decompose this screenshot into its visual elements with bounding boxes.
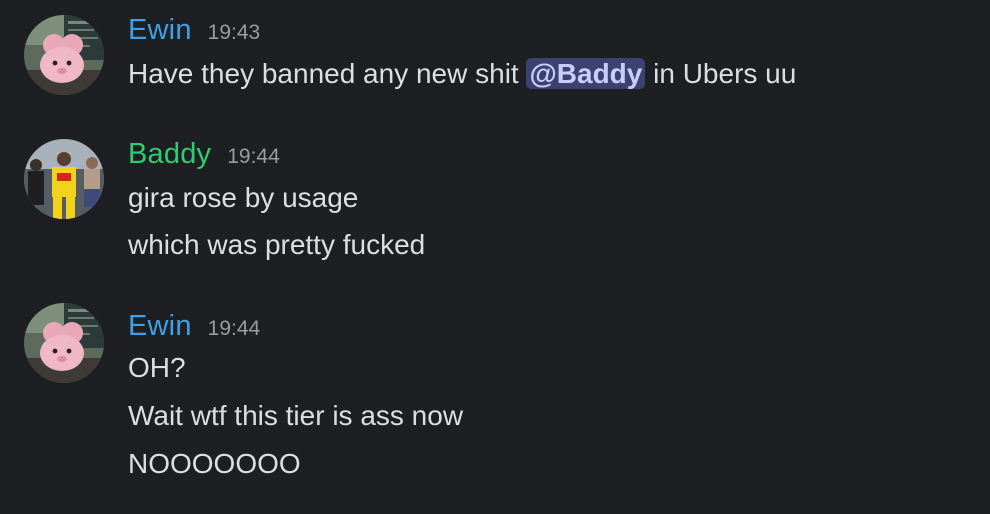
plush-toy-avatar-icon xyxy=(24,303,104,383)
message-text: gira rose by usage xyxy=(128,182,359,213)
username[interactable]: Baddy xyxy=(128,138,211,171)
message-header: Ewin 19:44 xyxy=(128,310,260,344)
timestamp[interactable]: 19:44 xyxy=(227,145,280,169)
message-text: NOOOOOOO xyxy=(128,448,301,479)
message-text-segment: in Ubers uu xyxy=(645,58,797,89)
timestamp[interactable]: 19:43 xyxy=(208,21,261,45)
message-text: which was pretty fucked xyxy=(128,229,426,260)
username[interactable]: Ewin xyxy=(128,310,192,343)
message-header: Ewin 19:43 xyxy=(128,14,260,48)
group-photo-avatar-icon xyxy=(24,139,104,219)
message-text-segment: Have they banned any new shit xyxy=(128,58,527,89)
message-text: Have they banned any new shit @Baddy in … xyxy=(128,57,796,91)
timestamp[interactable]: 19:44 xyxy=(208,317,261,341)
message-text: Wait wtf this tier is ass now xyxy=(128,400,464,431)
message-text: OH? xyxy=(128,352,186,383)
user-avatar[interactable] xyxy=(24,15,104,95)
chat-message-list: Ewin 19:43 Have they banned any new shit… xyxy=(0,0,990,514)
user-avatar[interactable] xyxy=(24,303,104,383)
message-header: Baddy 19:44 xyxy=(128,138,280,172)
plush-toy-avatar-icon xyxy=(24,15,104,95)
user-mention[interactable]: @Baddy xyxy=(526,58,646,89)
user-avatar[interactable] xyxy=(24,139,104,219)
username[interactable]: Ewin xyxy=(128,14,192,47)
